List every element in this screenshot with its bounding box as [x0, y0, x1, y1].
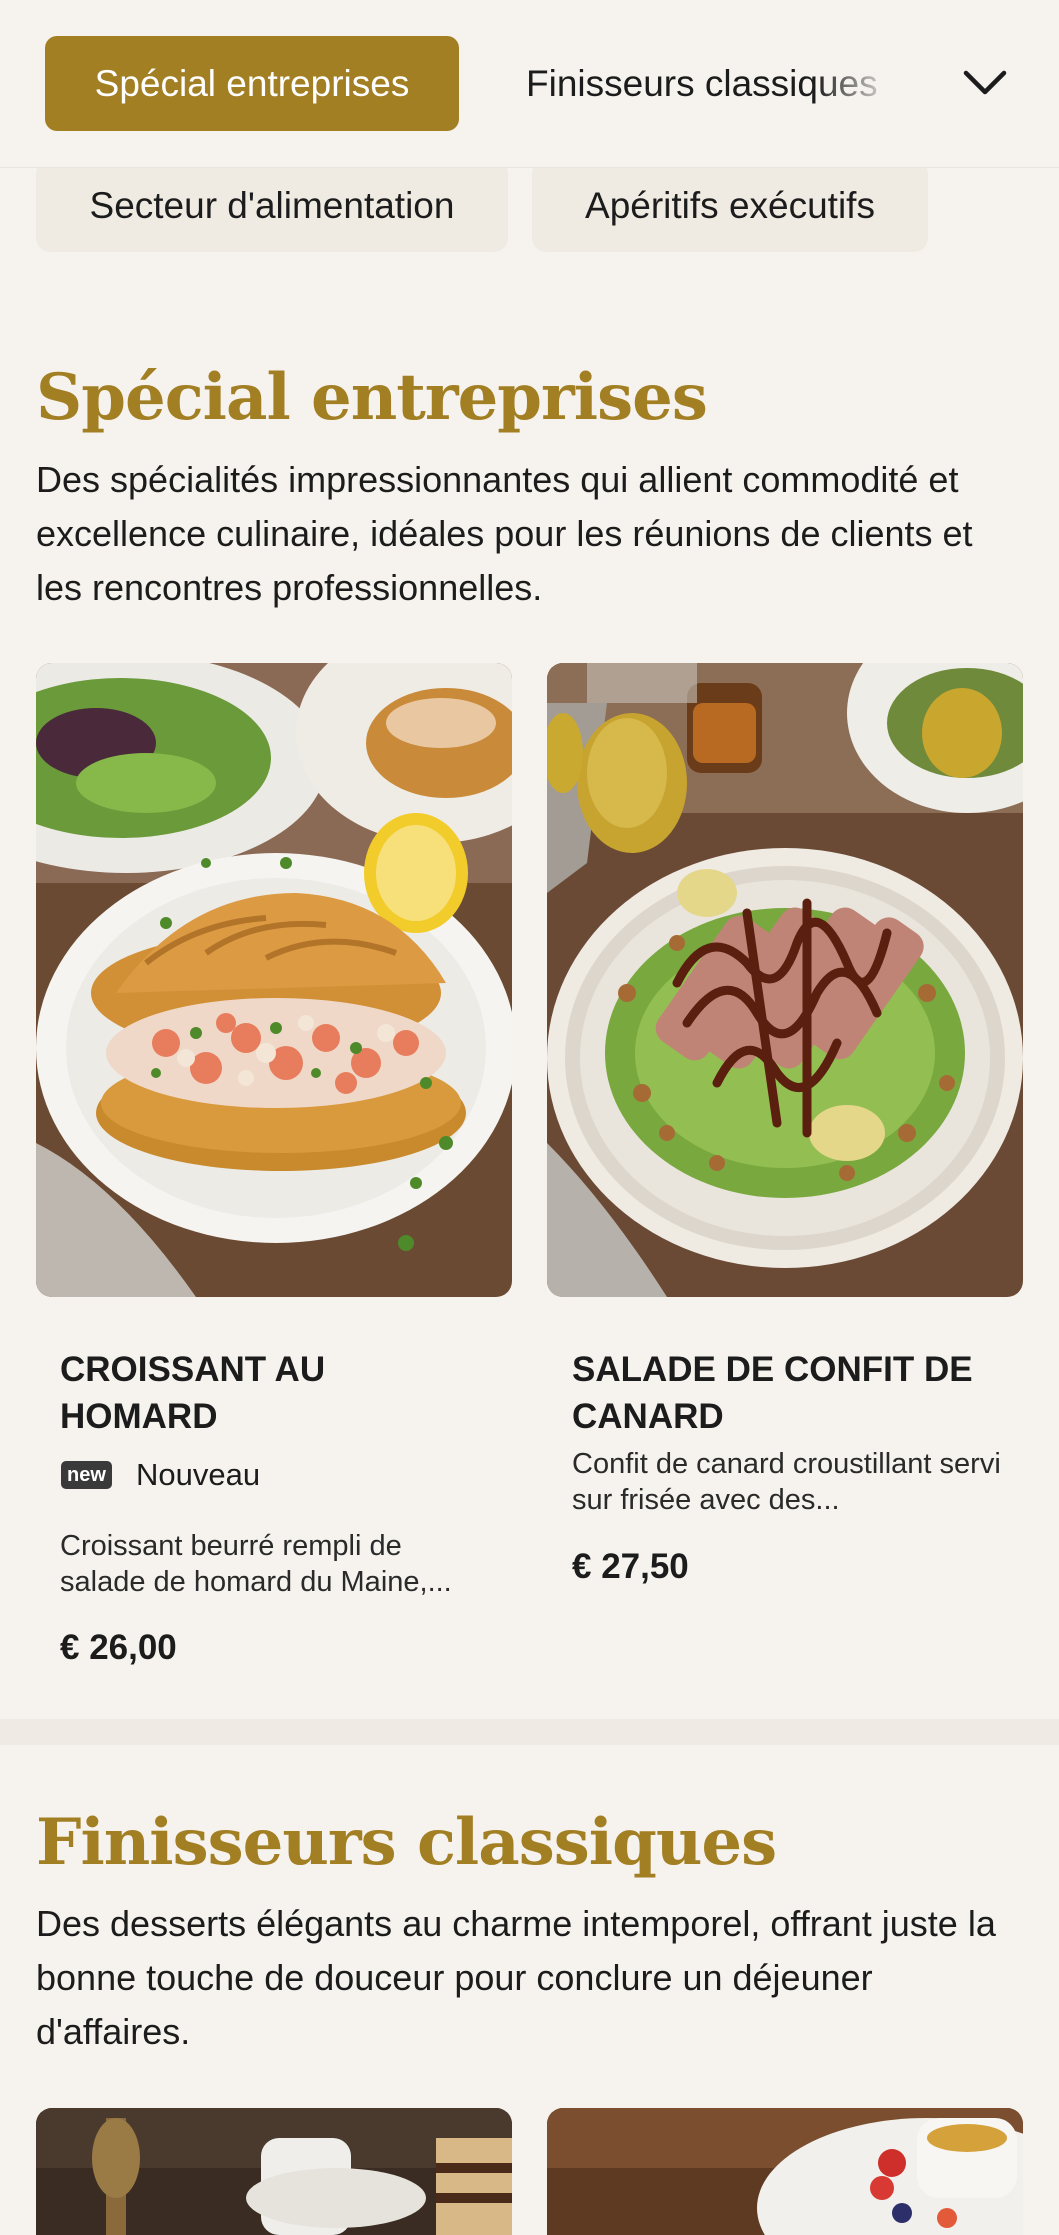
item-name[interactable]: Croissant au homard — [60, 1346, 480, 1440]
dessert-image-right[interactable] — [547, 2108, 1023, 2235]
duck-confit-salad-image[interactable] — [547, 663, 1023, 1297]
new-badge-icon: new — [61, 1461, 112, 1489]
section-description-business: Des spécialités impressionnantes qui all… — [36, 459, 973, 608]
category-nav-bar: Spécial entreprises Finisseurs classique… — [0, 0, 1059, 168]
item-price: € 26,00 — [60, 1628, 177, 1667]
tab-classic-finishers[interactable]: Finisseurs classiques — [526, 36, 896, 131]
lobster-croissant-image[interactable] — [36, 663, 512, 1297]
section-title-desserts: Finisseurs classiques — [36, 1805, 777, 1880]
section-description-desserts: Des desserts élégants au charme intempor… — [36, 1903, 996, 2052]
section-title-business: Spécial entreprises — [36, 360, 708, 435]
section-divider — [0, 1719, 1059, 1745]
new-badge-label: Nouveau — [136, 1457, 261, 1492]
item-description: Croissant beurré rempli de salade de hom… — [60, 1530, 452, 1598]
item-price: € 27,50 — [572, 1547, 689, 1586]
chip-food-sector[interactable]: Secteur d'alimentation — [36, 160, 508, 252]
item-name[interactable]: Salade de confit de canard — [572, 1346, 992, 1440]
chevron-down-icon[interactable] — [955, 58, 1015, 108]
tab-special-business[interactable]: Spécial entreprises — [45, 36, 459, 131]
dessert-image-left[interactable] — [36, 2108, 512, 2235]
item-description: Confit de canard croustillant servi sur … — [572, 1448, 1001, 1516]
chip-executive-appetizers[interactable]: Apéritifs exécutifs — [532, 160, 928, 252]
